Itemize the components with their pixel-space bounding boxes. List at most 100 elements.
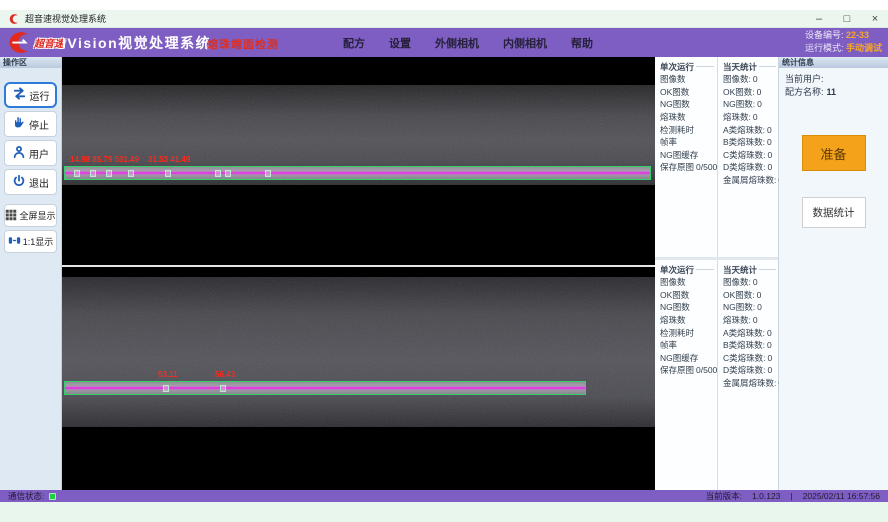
- stat-row: 熔珠数:0: [723, 314, 779, 327]
- power-icon: [12, 174, 26, 191]
- stat-row: OK图数:0: [723, 86, 779, 99]
- stat-row: D类熔珠数:0: [723, 161, 779, 174]
- info-panel-title: 统计信息: [779, 57, 888, 68]
- stat-row: 图像数: [660, 276, 717, 289]
- measurement-annotation: 31.53 41.49: [148, 155, 190, 164]
- camera-view-inner: 53.11 56.43: [62, 267, 655, 488]
- menu-item-settings[interactable]: 设置: [389, 35, 411, 51]
- daily-stats-title: 当天统计: [723, 61, 757, 73]
- weld-detection-rect: [64, 381, 586, 395]
- stat-row: 金属屑熔珠数:0: [723, 377, 779, 390]
- detection-box: [106, 170, 112, 177]
- stat-row: D类熔珠数:0: [723, 364, 779, 377]
- datetime-value: 2025/02/11 16:57:56: [803, 491, 880, 501]
- stat-row: 图像数:0: [723, 73, 779, 86]
- stat-row: B类熔珠数:0: [723, 136, 779, 149]
- stat-row: 图像数: [660, 73, 717, 86]
- stat-row: 熔珠数: [660, 111, 717, 124]
- device-number-label: 设备编号:: [805, 30, 844, 40]
- statusbar-separator: |: [790, 491, 792, 501]
- prepare-button[interactable]: 准备: [802, 135, 866, 171]
- run-mode-value: 手动调试: [846, 43, 882, 53]
- menu-item-recipe[interactable]: 配方: [343, 35, 365, 51]
- stat-row: 图像数:0: [723, 276, 779, 289]
- detection-box: [220, 385, 226, 392]
- status-bar: 通信状态: 当前版本: 1.0.123 | 2025/02/11 16:57:5…: [0, 490, 888, 502]
- hand-icon: [12, 116, 26, 133]
- stat-row: 帧率: [660, 136, 717, 149]
- one-to-one-display-label: 1:1显示: [23, 235, 54, 248]
- statistics-info-panel: 统计信息 当前用户: 配方名称:11 准备 数据统计: [779, 57, 888, 490]
- stat-row: A类熔珠数:0: [723, 326, 779, 339]
- app-title: IVision视觉处理系统: [62, 33, 211, 53]
- menu-item-inner-camera[interactable]: 内侧相机: [503, 35, 547, 51]
- stat-row: 保存原图0/500: [660, 364, 717, 377]
- stop-button[interactable]: 停止: [4, 111, 57, 137]
- one-to-one-display-button[interactable]: 1:1显示: [4, 230, 57, 253]
- daily-stats-panel: 当天统计 图像数:0 OK图数:0: [717, 260, 779, 490]
- stat-row: NG图数: [660, 301, 717, 314]
- grid-icon: [5, 209, 17, 223]
- stat-row: NG图缓存: [660, 149, 717, 162]
- detection-box: [74, 170, 80, 177]
- app-logo-icon: [8, 13, 20, 25]
- weld-detection-rect: [64, 166, 651, 180]
- weld-centerline-overlay: [65, 172, 650, 174]
- ratio-icon: [8, 234, 21, 249]
- detection-box: [215, 170, 221, 177]
- statistics-panels: 单次运行 图像数 OK图数 NG: [655, 57, 779, 490]
- measurement-annotation: 56.43: [215, 370, 235, 379]
- stat-row: 金属屑熔珠数:0: [723, 174, 779, 187]
- maximize-button[interactable]: □: [840, 10, 854, 28]
- menu-item-outer-camera[interactable]: 外侧相机: [435, 35, 479, 51]
- menu-item-help[interactable]: 帮助: [571, 35, 593, 51]
- stat-row: NG图缓存: [660, 352, 717, 365]
- stat-row: C类熔珠数:0: [723, 149, 779, 162]
- comm-status-indicator: [49, 493, 56, 500]
- data-statistics-button[interactable]: 数据统计: [802, 197, 866, 228]
- window-titlebar: 超音速视觉处理系统 – □ ×: [0, 10, 888, 28]
- camera-image-inner: 53.11 56.43: [62, 277, 655, 427]
- detection-box: [265, 170, 271, 177]
- stat-row: NG图数:0: [723, 98, 779, 111]
- version-value: 1.0.123: [752, 491, 780, 501]
- device-number-value: 22-33: [846, 30, 869, 40]
- detection-box: [128, 170, 134, 177]
- camera-view-outer: 14.98 85.79 531.49 31.53 41.49: [62, 57, 655, 265]
- stat-row: 保存原图0/500: [660, 161, 717, 174]
- stop-button-label: 停止: [29, 117, 49, 132]
- exit-button-label: 退出: [29, 175, 49, 190]
- current-user-label: 当前用户:: [785, 74, 824, 84]
- brand-logo-icon: [3, 30, 33, 55]
- single-run-panel: 单次运行 图像数 OK图数 NG: [655, 57, 717, 257]
- stat-row: OK图数: [660, 86, 717, 99]
- header-info: 设备编号: 22-33 运行模式: 手动调试: [805, 29, 882, 55]
- stat-row: A类熔珠数:0: [723, 123, 779, 136]
- exit-button[interactable]: 退出: [4, 169, 57, 195]
- stat-row: 熔珠数:0: [723, 111, 779, 124]
- desktop-background: [0, 502, 888, 522]
- user-button-label: 用户: [29, 146, 49, 161]
- daily-stats-title: 当天统计: [723, 264, 757, 276]
- stat-row: NG图数: [660, 98, 717, 111]
- stat-row: 检测耗时: [660, 326, 717, 339]
- minimize-button[interactable]: –: [812, 10, 826, 28]
- stat-row: NG图数:0: [723, 301, 779, 314]
- version-label: 当前版本:: [706, 490, 742, 502]
- detection-box: [163, 385, 169, 392]
- camera-viewport: 14.98 85.79 531.49 31.53 41.49 53.11 56.…: [62, 57, 655, 490]
- fullscreen-display-button[interactable]: 全屏显示: [4, 204, 57, 227]
- run-button[interactable]: 运行: [4, 82, 57, 108]
- run-button-label: 运行: [30, 88, 50, 103]
- stats-group-inner: 单次运行 图像数 OK图数 NG: [655, 260, 778, 490]
- comm-status-label: 通信状态:: [8, 490, 44, 502]
- user-button[interactable]: 用户: [4, 140, 57, 166]
- close-button[interactable]: ×: [868, 10, 882, 28]
- stat-row: OK图数:0: [723, 289, 779, 302]
- user-icon: [12, 145, 26, 162]
- detection-box: [165, 170, 171, 177]
- window-title: 超音速视觉处理系统: [25, 12, 106, 25]
- app-window: 超音速视觉处理系统 – □ × 超音速 IVision视觉处理系统 熔珠端面检测…: [0, 10, 888, 502]
- stat-row: C类熔珠数:0: [723, 352, 779, 365]
- stat-row: 熔珠数: [660, 314, 717, 327]
